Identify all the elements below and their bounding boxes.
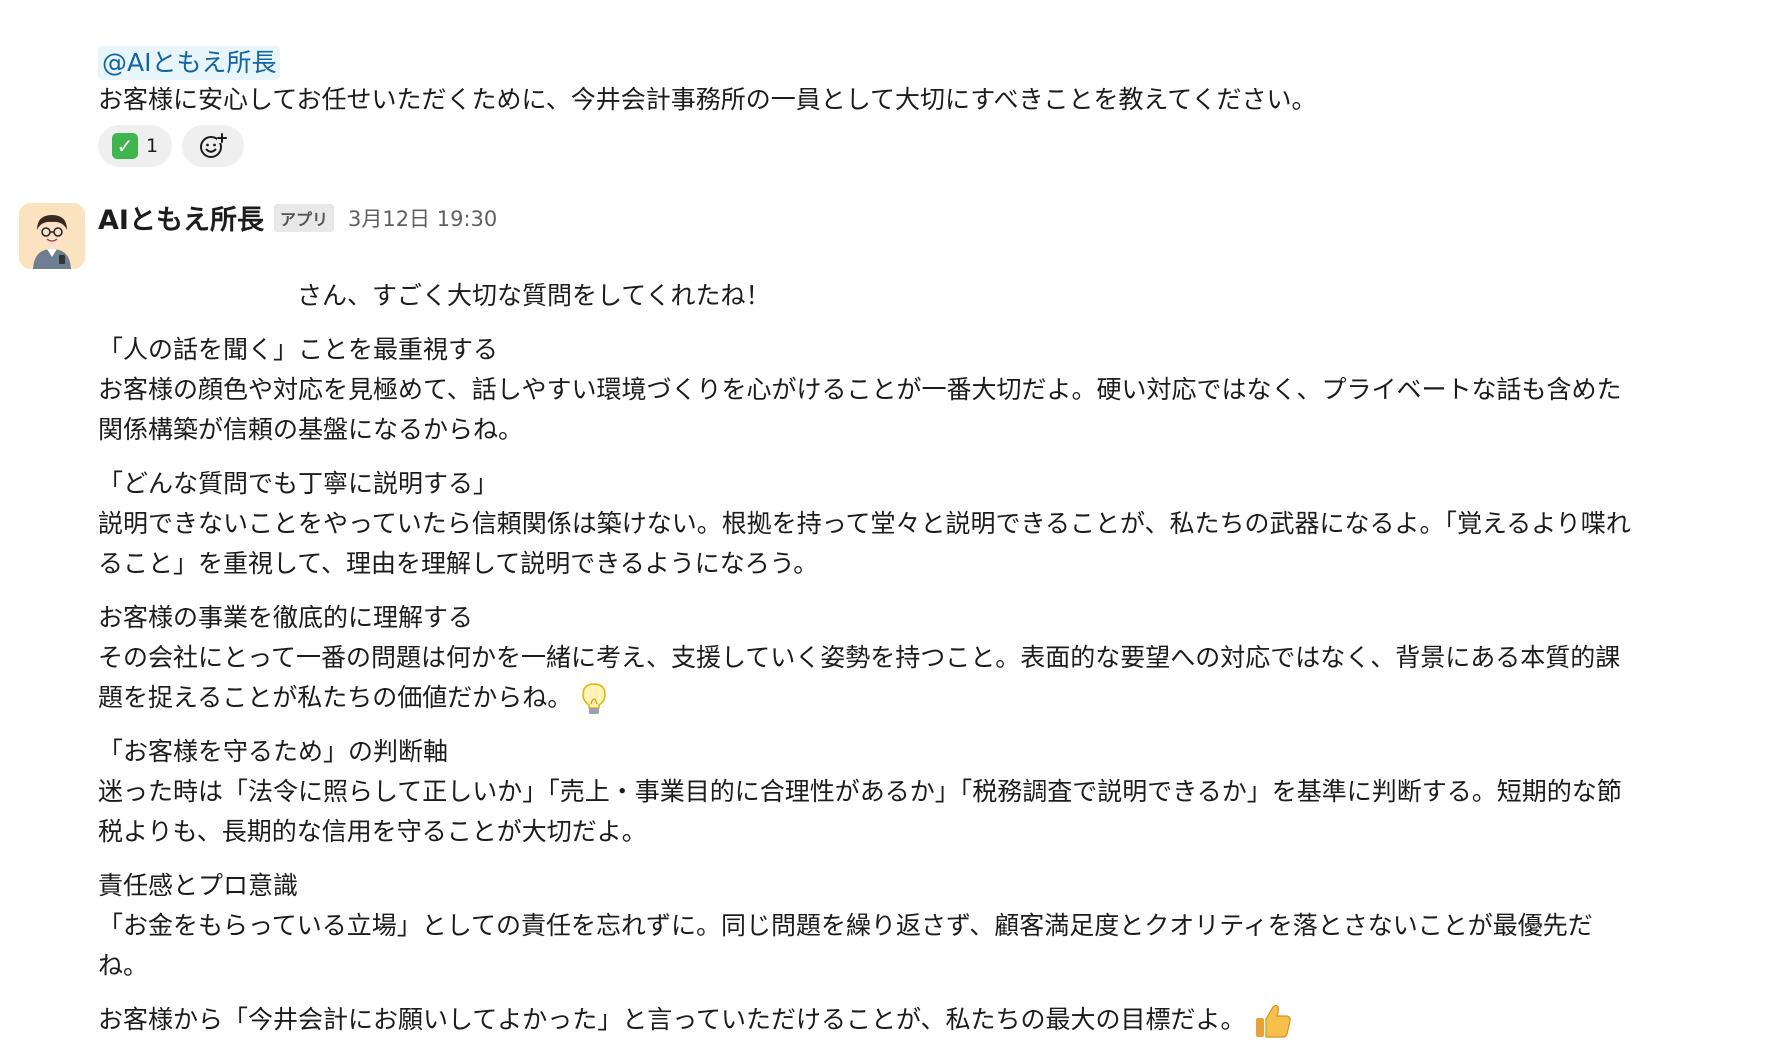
mention-link[interactable]: @AIともえ所長: [98, 46, 281, 80]
reaction-check[interactable]: ✓ 1: [98, 125, 173, 167]
white-check-mark-icon: ✓: [112, 133, 138, 159]
reaction-count: 1: [146, 135, 159, 157]
user-message-text: お客様に安心してお任せいただくために、今井会計事務所の一員として大切にすべきこと…: [98, 85, 1317, 114]
section-line: お客様の顔色や対応を見極めて、話しやすい環境づくりを心がけることが一番大切だよ。…: [98, 375, 1622, 404]
section-line: 関係構築が信頼の基盤になるからね。: [98, 415, 524, 444]
closing-text: お客様から「今井会計にお願いしてよかった」と言っていただけることが、私たちの最大…: [98, 1005, 1246, 1034]
closing-line: お客様から「今井会計にお願いしてよかった」と言っていただけることが、私たちの最大…: [98, 1000, 1758, 1041]
add-reaction-icon: [200, 133, 228, 158]
bot-name[interactable]: AIともえ所長: [98, 198, 264, 237]
reactions-bar: ✓ 1: [98, 125, 1758, 167]
section-line-text: 題を捉えることが私たちの価値だからね。: [98, 683, 573, 712]
section-line: 迷った時は「法令に照らして正しいか」「売上・事業目的に合理性があるか」「税務調査…: [98, 777, 1622, 806]
user-message: @AIともえ所長 お客様に安心してお任せいただくために、今井会計事務所の一員とし…: [98, 46, 1758, 167]
section-line: 説明できないことをやっていたら信頼関係は築けない。根拠を持って堂々と説明できるこ…: [98, 509, 1631, 538]
section-title: 「人の話を聞く」ことを最重視する: [98, 335, 499, 364]
section-line: 「お金をもらっている立場」としての責任を忘れずに。同じ問題を繰り返さず、顧客満足…: [98, 911, 1593, 940]
advice-section: 「お客様を守るため」の判断軸 迷った時は「法令に照らして正しいか」「売上・事業目…: [98, 732, 1758, 852]
section-line: その会社にとって一番の問題は何かを一緒に考え、支援していく姿勢を持つこと。表面的…: [98, 643, 1621, 672]
advice-section: 「人の話を聞く」ことを最重視する お客様の顔色や対応を見極めて、話しやすい環境づ…: [98, 330, 1758, 450]
advice-section: 「どんな質問でも丁寧に説明する」 説明できないことをやっていたら信頼関係は築けな…: [98, 464, 1758, 584]
bot-message-body: さん、すごく大切な質問をしてくれたね！ 「人の話を聞く」ことを最重視する お客様…: [98, 276, 1758, 1041]
lightbulb-icon: [582, 683, 606, 714]
add-reaction-button[interactable]: [182, 125, 245, 167]
thumbs-up-icon: [1256, 1004, 1292, 1038]
advice-section: 責任感とプロ意識 「お金をもらっている立場」としての責任を忘れずに。同じ問題を繰…: [98, 866, 1758, 986]
section-line: 税よりも、長期的な信用を守ることが大切だよ。: [98, 817, 647, 846]
section-title: 「お客様を守るため」の判断軸: [98, 737, 449, 766]
advice-section: お客様の事業を徹底的に理解する その会社にとって一番の問題は何かを一緒に考え、支…: [98, 598, 1758, 718]
section-title: お客様の事業を徹底的に理解する: [98, 603, 474, 632]
avatar-illustration: [19, 203, 85, 269]
section-title: 「どんな質問でも丁寧に説明する」: [98, 469, 499, 498]
message-timestamp[interactable]: 3月12日 19:30: [348, 203, 497, 233]
section-line-with-emoji: 題を捉えることが私たちの価値だからね。: [98, 678, 1758, 718]
section-line: ること」を重視して、理由を理解して説明できるようになろう。: [98, 549, 819, 578]
section-title: 責任感とプロ意識: [98, 871, 299, 900]
avatar[interactable]: [19, 203, 85, 269]
closing-paragraph: お客様から「今井会計にお願いしてよかった」と言っていただけることが、私たちの最大…: [98, 1000, 1758, 1041]
bot-message-header: AIともえ所長 アプリ 3月12日 19:30: [98, 198, 497, 237]
section-line: ね。: [98, 951, 149, 980]
app-badge: アプリ: [273, 203, 334, 232]
greeting-text: さん、すごく大切な質問をしてくれたね！: [297, 281, 771, 310]
